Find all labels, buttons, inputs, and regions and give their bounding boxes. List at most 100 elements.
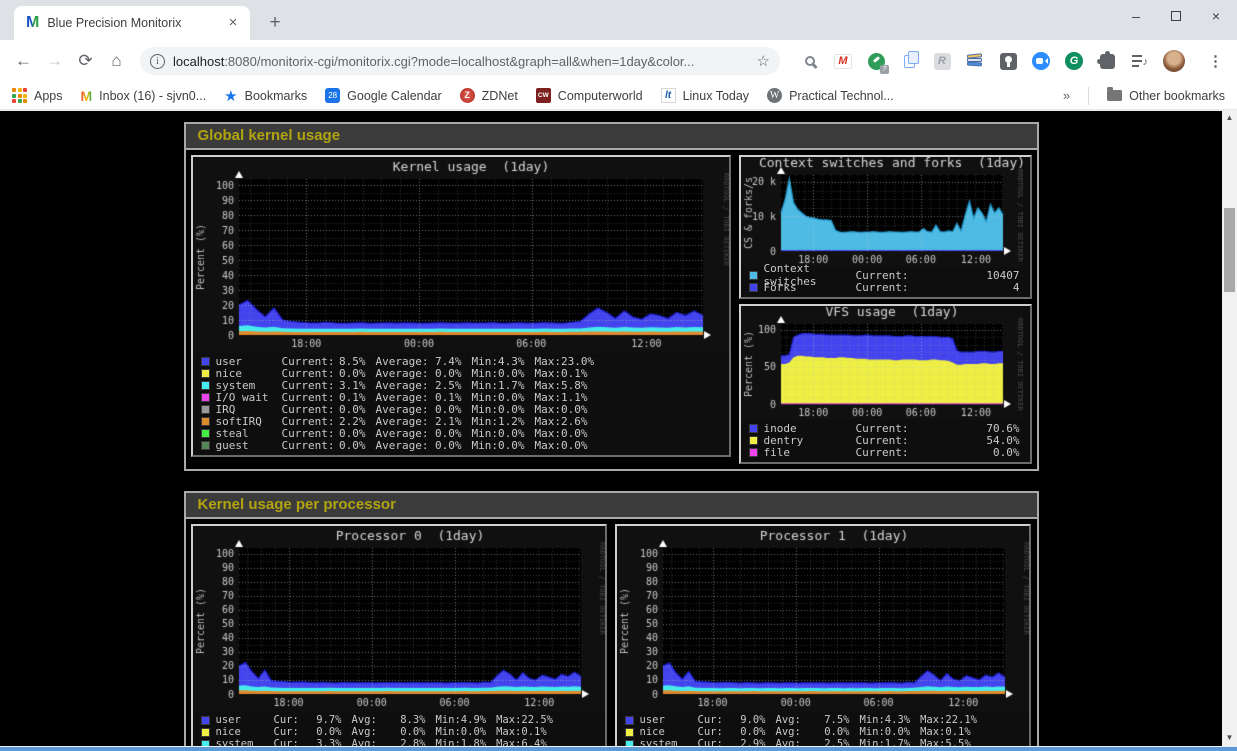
gmail-extension-icon[interactable]: M (833, 51, 853, 71)
legend-color-swatch (749, 283, 758, 292)
legend-color-swatch (749, 424, 758, 433)
legend-stat: Min:4.3% (860, 714, 921, 726)
legend-color-swatch (749, 271, 758, 280)
context-switches-canvas[interactable] (741, 157, 1023, 267)
grammarly-extension-icon[interactable]: G (1064, 51, 1084, 71)
legend-color-swatch (625, 728, 634, 737)
bookmarks-bar: Apps MInbox (16) - sjvn0... ★Bookmarks 2… (0, 82, 1237, 110)
legend-stat: Max:0.0% (535, 439, 598, 452)
legend-row: guestCurrent:0.0%Average:0.0%Min:0.0%Max… (201, 439, 723, 451)
tab-close-icon[interactable]: × (224, 14, 242, 32)
section-kernel-usage-per-processor: Kernel usage per processor userCur:9.7%A… (184, 491, 1039, 746)
bookmark-practical-technology[interactable]: WPractical Technol... (767, 88, 894, 103)
r-extension-icon[interactable]: R (932, 51, 952, 71)
legend-color-swatch (201, 429, 210, 438)
legend-color-swatch (201, 716, 210, 725)
legend-stat: Avg:2.8% (352, 738, 436, 746)
browser-toolbar: ← → ⟳ ⌂ i localhost:8080/monitorix-cgi/m… (0, 40, 1237, 82)
legend-stat: Min:1.7% (860, 738, 921, 746)
legend-row: dentryCurrent:54.0% (749, 434, 1024, 446)
bookmarks-overflow-chevron[interactable]: » (1063, 88, 1070, 103)
browser-window: M Blue Precision Monitorix × + – × ← → ⟳… (0, 0, 1237, 751)
minimize-icon[interactable]: – (1123, 4, 1149, 28)
processor-0-canvas[interactable] (193, 526, 605, 712)
tab-title: Blue Precision Monitorix (47, 16, 224, 30)
star-icon: ★ (224, 87, 237, 105)
home-button[interactable]: ⌂ (103, 48, 130, 75)
legend-row: niceCur:0.0%Avg:0.0%Min:0.0%Max:0.1% (201, 726, 599, 738)
voice-extension-icon[interactable]: ? (866, 51, 886, 71)
other-bookmarks[interactable]: Other bookmarks (1107, 89, 1225, 103)
legend-row: niceCurrent:0.0%Average:0.0%Min:0.0%Max:… (201, 367, 723, 379)
vertical-scrollbar[interactable]: ▲ ▼ (1222, 110, 1237, 746)
legend-color-swatch (749, 436, 758, 445)
legend-stat: Cur:2.9% (698, 738, 776, 746)
legend-stat: Max:6.4% (496, 738, 557, 746)
maximize-icon[interactable] (1163, 4, 1189, 28)
tab-strip: M Blue Precision Monitorix × + – × (0, 0, 1237, 40)
legend-color-swatch (201, 441, 210, 450)
lamp-extension-icon[interactable] (998, 51, 1018, 71)
bookmark-linux-today[interactable]: ltLinux Today (661, 88, 750, 103)
legend-stat: Cur:9.7% (274, 714, 352, 726)
address-bar[interactable]: i localhost:8080/monitorix-cgi/monitorix… (140, 47, 780, 75)
context-switches-graph[interactable]: Context switchesCurrent:10407ForksCurren… (739, 155, 1032, 299)
browser-tab[interactable]: M Blue Precision Monitorix × (14, 6, 250, 40)
wordpress-icon: W (767, 88, 782, 103)
scrollbar-thumb[interactable] (1224, 208, 1235, 292)
copy-pages-extension-icon[interactable] (899, 51, 919, 71)
legend-series-name: Forks (764, 281, 856, 294)
bookmark-bookmarks[interactable]: ★Bookmarks (224, 87, 307, 105)
apps-grid-icon (12, 88, 27, 103)
bookmark-zdnet[interactable]: ZZDNet (460, 88, 518, 103)
legend-stat: Max:0.1% (496, 726, 557, 738)
apps-shortcut[interactable]: Apps (12, 88, 63, 103)
legend-color-swatch (201, 728, 210, 737)
extensions-puzzle-icon[interactable] (1097, 51, 1117, 71)
legend-stat: Avg:0.0% (352, 726, 436, 738)
legend-row: userCur:9.7%Avg:8.3%Min:4.9%Max:22.5% (201, 714, 599, 726)
window-bottom-border (0, 746, 1237, 751)
legend-stat: Current:0.0% (282, 439, 376, 452)
browser-menu-icon[interactable]: ⋮ (1208, 52, 1223, 70)
playlist-extension-icon[interactable]: ♪ (1130, 51, 1150, 71)
legend-stat: Max:22.5% (496, 714, 563, 726)
bookmark-star-icon[interactable]: ☆ (757, 52, 770, 70)
vfs-usage-graph[interactable]: inodeCurrent:70.6%dentryCurrent:54.0%fil… (739, 304, 1032, 464)
processor-0-graph[interactable]: userCur:9.7%Avg:8.3%Min:4.9%Max:22.5%nic… (191, 524, 607, 746)
legend-row: IRQCurrent:0.0%Average:0.0%Min:0.0%Max:0… (201, 403, 723, 415)
bookmarks-separator (1088, 87, 1089, 105)
zoom-extension-icon[interactable] (1031, 51, 1051, 71)
processor-1-canvas[interactable] (617, 526, 1029, 712)
kernel-usage-graph[interactable]: userCurrent:8.5%Average:7.4%Min:4.3%Max:… (191, 155, 731, 457)
legend-stat: Avg:8.3% (352, 714, 436, 726)
vfs-usage-canvas[interactable] (741, 306, 1023, 420)
legend-stat: Max:22.1% (920, 714, 987, 726)
profile-avatar[interactable] (1163, 50, 1185, 72)
new-tab-button[interactable]: + (262, 10, 288, 36)
page-info-icon[interactable]: i (150, 54, 165, 69)
legend-stat: Current:0.0% (856, 446, 1024, 459)
forward-button[interactable]: → (41, 48, 68, 75)
search-icon[interactable] (800, 51, 820, 71)
kernel-usage-legend: userCurrent:8.5%Average:7.4%Min:4.3%Max:… (193, 353, 729, 455)
legend-row: softIRQCurrent:2.2%Average:2.1%Min:1.2%M… (201, 415, 723, 427)
bookmark-computerworld[interactable]: CWComputerworld (536, 88, 643, 103)
processor-1-graph[interactable]: userCur:9.0%Avg:7.5%Min:4.3%Max:22.1%nic… (615, 524, 1031, 746)
close-window-icon[interactable]: × (1203, 4, 1229, 28)
legend-series-name: guest (216, 439, 282, 452)
kernel-usage-canvas[interactable] (193, 157, 729, 353)
processor-0-legend: userCur:9.7%Avg:8.3%Min:4.9%Max:22.5%nic… (193, 712, 605, 746)
legend-series-name: nice (640, 726, 698, 738)
folder-icon (1107, 90, 1122, 101)
legend-stat: Cur:0.0% (698, 726, 776, 738)
bookmark-inbox[interactable]: MInbox (16) - sjvn0... (81, 88, 207, 104)
legend-row: userCurrent:8.5%Average:7.4%Min:4.3%Max:… (201, 355, 723, 367)
bookmark-google-calendar[interactable]: 28Google Calendar (325, 88, 442, 103)
books-extension-icon[interactable] (965, 51, 985, 71)
reload-button[interactable]: ⟳ (72, 48, 99, 75)
back-button[interactable]: ← (10, 48, 37, 75)
url-text[interactable]: localhost:8080/monitorix-cgi/monitorix.c… (173, 54, 751, 69)
scroll-down-icon[interactable]: ▼ (1222, 731, 1237, 745)
scroll-up-icon[interactable]: ▲ (1222, 111, 1237, 125)
